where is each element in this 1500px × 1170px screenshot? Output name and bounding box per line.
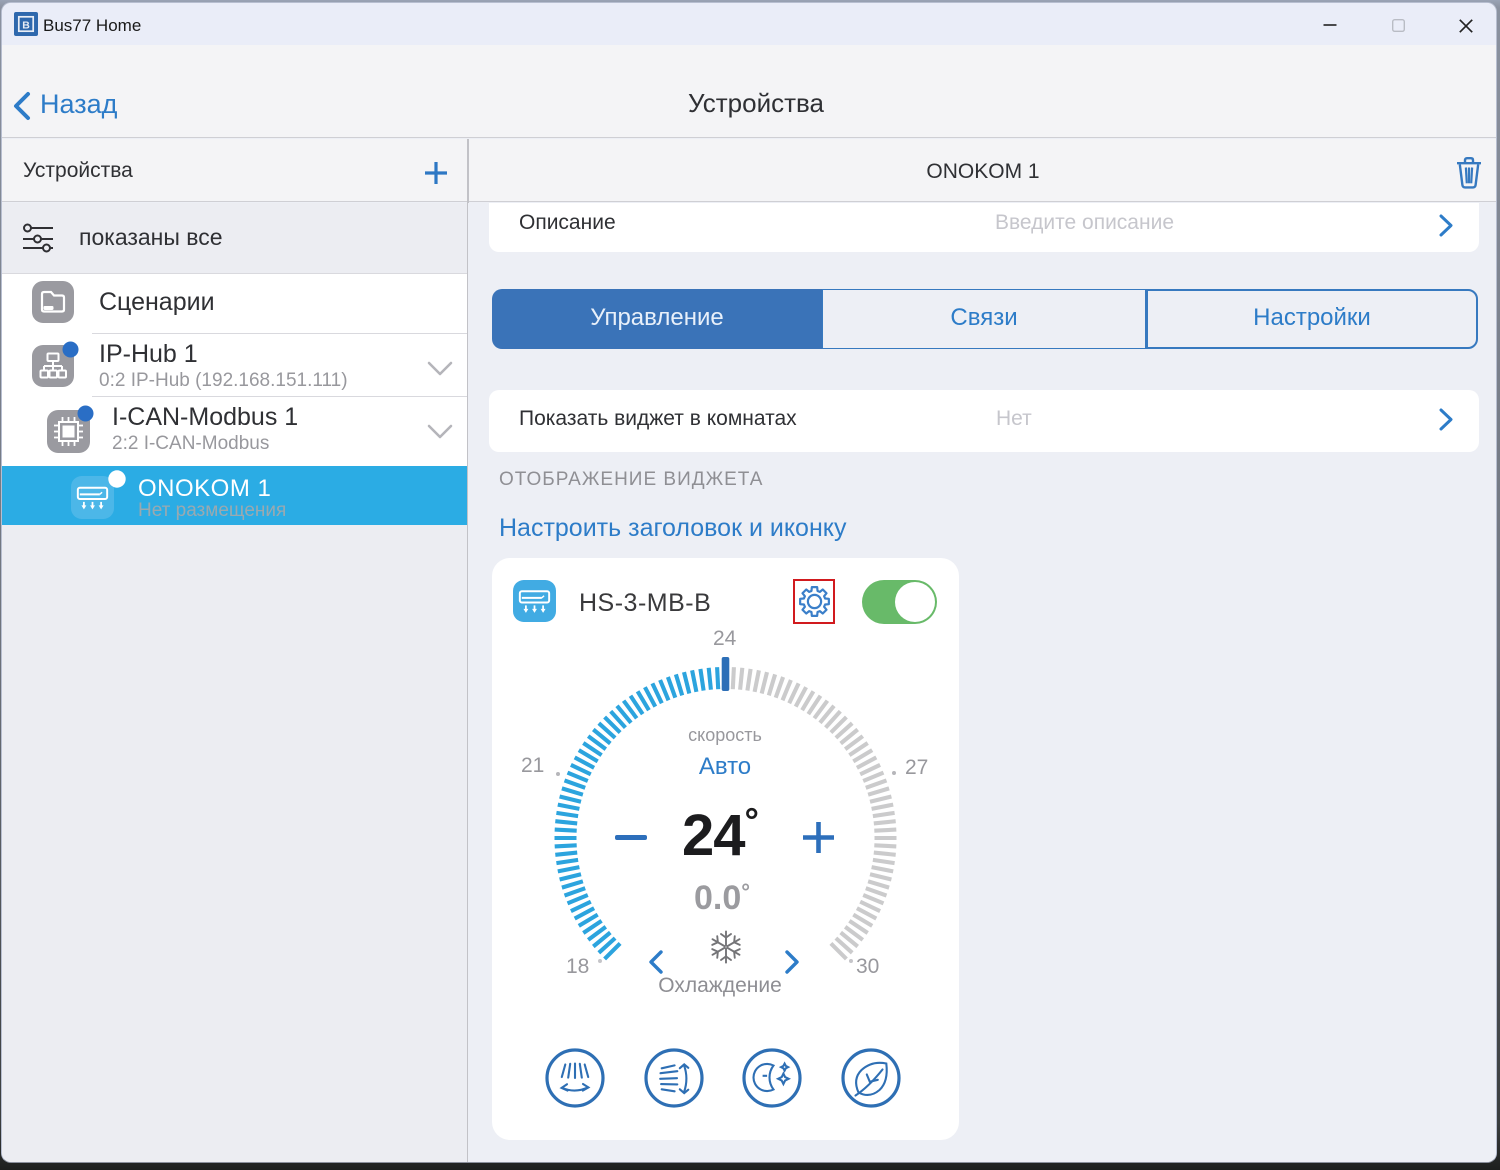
svg-text:B: B (22, 20, 30, 32)
